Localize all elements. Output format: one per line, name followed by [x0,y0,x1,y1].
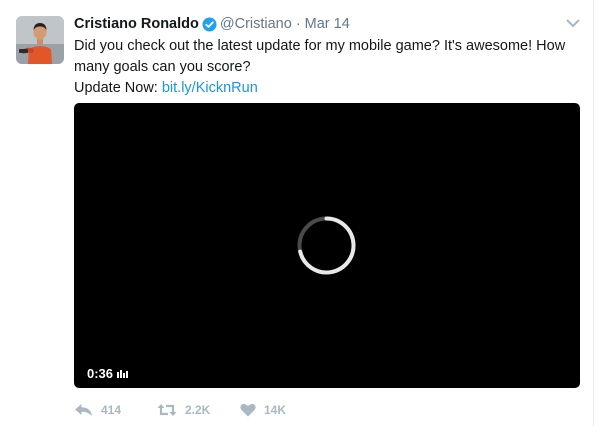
video-duration-text: 0:36 [87,365,114,381]
retweet-count: 2.2K [185,403,211,417]
tweet-timestamp[interactable]: Mar 14 [305,16,350,32]
tweet-actions: 414 2.2K 14K [74,400,286,420]
tweet-cta-line: Update Now: bit.ly/KicknRun [74,78,580,99]
heart-icon [240,403,256,417]
like-button[interactable]: 14K [240,403,286,417]
reply-button[interactable]: 414 [74,403,157,417]
tweet-header: Cristiano Ronaldo @Cristiano · Mar 14 [74,14,350,34]
author-handle[interactable]: @Cristiano [220,16,292,32]
reply-count: 414 [101,403,122,417]
reply-icon [74,403,93,417]
tweet-link[interactable]: bit.ly/KicknRun [162,80,258,96]
retweet-button[interactable]: 2.2K [157,403,240,417]
verified-badge-icon [202,17,217,32]
profile-photo-icon [16,16,64,64]
separator-dot: · [295,16,301,32]
avatar[interactable] [16,16,64,64]
chevron-down-icon [566,19,580,27]
video-duration: 0:36 [87,365,129,381]
more-options-button[interactable] [564,14,582,32]
like-count: 14K [264,403,287,417]
video-player[interactable]: 0:36 [74,103,580,388]
cta-prefix: Update Now: [74,80,158,96]
author-name[interactable]: Cristiano Ronaldo [74,16,199,32]
tweet-body: Did you check out the latest update for … [74,38,566,75]
loading-spinner-icon [296,215,357,276]
retweet-icon [157,403,177,417]
volume-bars-icon [117,369,129,378]
tweet-card[interactable]: Cristiano Ronaldo @Cristiano · Mar 14 Di… [0,0,594,426]
tweet-text: Did you check out the latest update for … [74,36,580,99]
